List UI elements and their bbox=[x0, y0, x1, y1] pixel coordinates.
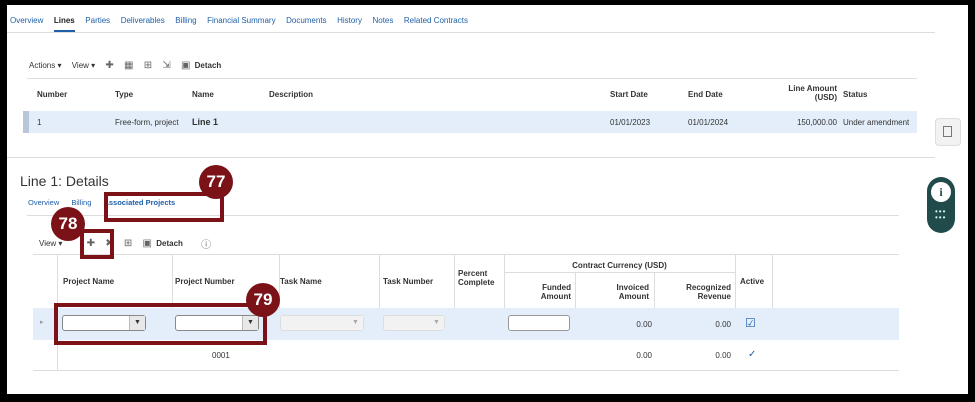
contract-tabs: Overview Lines Parties Deliverables Bill… bbox=[10, 15, 476, 32]
details-detach-button[interactable]: Detach bbox=[156, 239, 183, 248]
side-panel-button[interactable] bbox=[935, 118, 961, 146]
tab-documents[interactable]: Documents bbox=[286, 16, 326, 25]
tab-related-contracts[interactable]: Related Contracts bbox=[404, 16, 468, 25]
tab-history[interactable]: History bbox=[337, 16, 362, 25]
grid-vline bbox=[172, 254, 173, 308]
col-project-name: Project Name bbox=[63, 277, 115, 286]
col-line-amount: Line Amount (USD) bbox=[788, 84, 837, 102]
grid-vline bbox=[772, 254, 773, 308]
row-selector[interactable] bbox=[23, 111, 29, 133]
line-type: Free-form, project bbox=[115, 118, 179, 127]
group-divider bbox=[504, 272, 735, 273]
invoiced-amount: 0.00 bbox=[636, 320, 652, 329]
tabs-divider bbox=[7, 32, 935, 33]
callout-badge-78: 78 bbox=[51, 207, 85, 241]
col-end-date: End Date bbox=[688, 90, 723, 99]
details-view-menu[interactable]: View ▾ bbox=[39, 239, 62, 248]
tab-notes[interactable]: Notes bbox=[372, 16, 393, 25]
help-icon[interactable]: ⓘ bbox=[201, 236, 211, 251]
edit-icon[interactable]: ⊞ bbox=[144, 60, 152, 71]
grid-vline bbox=[654, 272, 655, 308]
col-task-number: Task Number bbox=[383, 277, 434, 286]
grid-bottom bbox=[33, 370, 899, 371]
edit-row-icon[interactable]: ⊞ bbox=[124, 238, 132, 249]
funded-amount-input[interactable] bbox=[508, 315, 570, 331]
task-name-select[interactable]: ▼ bbox=[280, 315, 364, 331]
tab-parties[interactable]: Parties bbox=[85, 16, 110, 25]
callout-badge-77: 77 bbox=[199, 165, 233, 199]
col-task-name: Task Name bbox=[280, 277, 322, 286]
col-number: Number bbox=[37, 90, 68, 99]
col-name: Name bbox=[192, 90, 214, 99]
detach-button[interactable]: Detach bbox=[195, 61, 222, 70]
col-percent-complete: Percent Complete bbox=[458, 269, 495, 287]
col-active: Active bbox=[740, 277, 765, 286]
col-description: Description bbox=[269, 90, 314, 99]
grid-top bbox=[33, 254, 899, 255]
project-number-value: 0001 bbox=[212, 351, 230, 360]
chevron-down-icon: ▼ bbox=[348, 316, 363, 330]
actions-menu[interactable]: Actions ▾ bbox=[29, 61, 61, 70]
recognized-revenue: 0.00 bbox=[715, 320, 731, 329]
callout-box-78 bbox=[80, 229, 114, 259]
col-start-date: Start Date bbox=[610, 90, 648, 99]
col-invoiced-amount: Invoiced Amount bbox=[616, 283, 649, 301]
subtab-overview[interactable]: Overview bbox=[28, 198, 59, 207]
info-icon[interactable]: i bbox=[931, 182, 951, 202]
detach-icon[interactable]: ▣ bbox=[181, 60, 190, 71]
line-end-date: 01/01/2024 bbox=[688, 118, 729, 127]
col-status: Status bbox=[843, 90, 868, 99]
line-amount: 150,000.00 bbox=[796, 118, 837, 127]
tab-overview[interactable]: Overview bbox=[10, 16, 43, 25]
recognized-revenue: 0.00 bbox=[715, 351, 731, 360]
section-divider bbox=[7, 157, 935, 158]
tab-deliverables[interactable]: Deliverables bbox=[121, 16, 165, 25]
subtab-billing[interactable]: Billing bbox=[71, 198, 91, 207]
line-name[interactable]: Line 1 bbox=[192, 117, 218, 127]
view-menu[interactable]: View ▾ bbox=[72, 61, 95, 70]
grid-vline bbox=[379, 254, 380, 308]
col-funded-amount: Funded Amount bbox=[540, 283, 571, 301]
col-type: Type bbox=[115, 90, 134, 99]
active-check-icon: ✓ bbox=[748, 349, 757, 360]
grid-vline bbox=[454, 254, 455, 308]
lines-table-top bbox=[27, 78, 917, 79]
grid-vline bbox=[735, 254, 736, 308]
invoiced-amount: 0.00 bbox=[636, 351, 652, 360]
col-recognized-revenue: Recognized Revenue bbox=[686, 283, 731, 301]
tab-lines[interactable]: Lines bbox=[53, 16, 75, 32]
duplicate-icon[interactable]: ▦ bbox=[124, 60, 133, 71]
help-assistant-pill[interactable]: i ••• ••• bbox=[927, 177, 955, 233]
document-icon bbox=[943, 126, 952, 137]
callout-box-77 bbox=[104, 192, 224, 222]
details-title: Line 1: Details bbox=[20, 173, 109, 189]
detach-icon[interactable]: ▣ bbox=[143, 238, 152, 249]
lines-toolbar: Actions ▾ View ▾ ✚ ▦ ⊞ ⇲ ▣ Detach bbox=[29, 60, 229, 71]
col-project-number: Project Number bbox=[175, 277, 235, 286]
line-status: Under amendment bbox=[843, 118, 910, 127]
tab-billing[interactable]: Billing bbox=[175, 16, 196, 25]
callout-box-79 bbox=[54, 303, 267, 345]
grid-vline bbox=[575, 272, 576, 308]
line-number: 1 bbox=[37, 118, 42, 127]
add-icon[interactable]: ✚ bbox=[105, 60, 113, 71]
page: Overview Lines Parties Deliverables Bill… bbox=[7, 5, 968, 394]
col-group-contract-currency: Contract Currency (USD) bbox=[572, 261, 667, 270]
task-number-select[interactable]: ▼ bbox=[383, 315, 445, 331]
tab-financial-summary[interactable]: Financial Summary bbox=[207, 16, 275, 25]
export-icon[interactable]: ⇲ bbox=[162, 60, 170, 71]
contract-panel: Overview Lines Parties Deliverables Bill… bbox=[7, 5, 935, 394]
line-start-date: 01/01/2023 bbox=[610, 118, 651, 127]
active-checkbox[interactable]: ☑ bbox=[745, 316, 756, 330]
chevron-down-icon: ▼ bbox=[429, 316, 444, 330]
grid-dots-icon[interactable]: ••• ••• bbox=[935, 208, 946, 222]
row-expand-icon[interactable]: ▸ bbox=[40, 318, 44, 326]
callout-badge-79: 79 bbox=[246, 283, 280, 317]
